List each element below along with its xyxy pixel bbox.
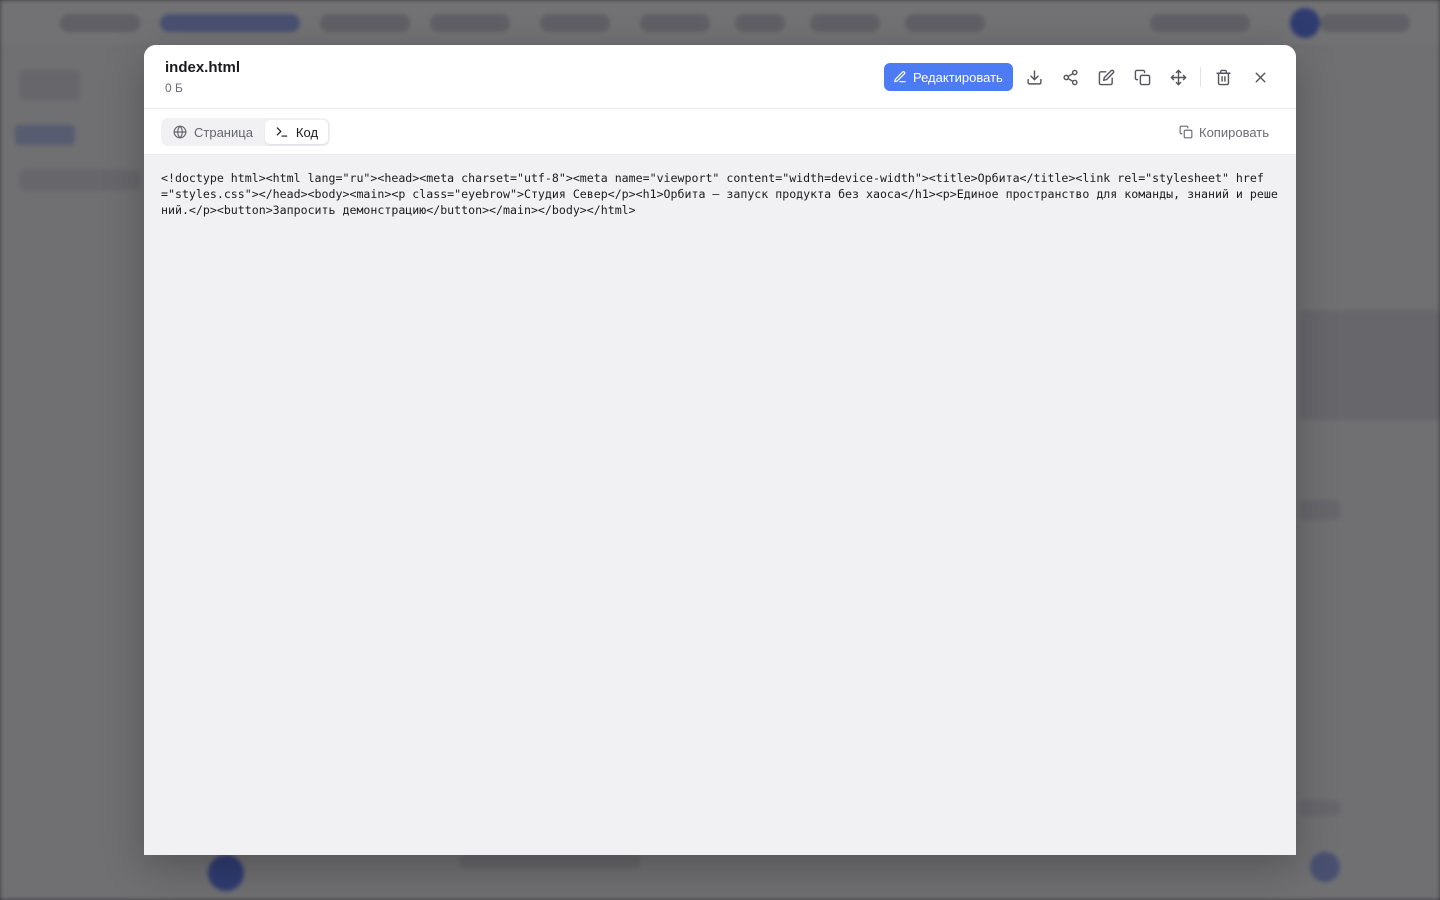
download-button[interactable] [1022, 65, 1046, 89]
edit-button[interactable]: Редактировать [884, 63, 1013, 91]
move-button[interactable] [1166, 65, 1190, 89]
view-tabbar: Страница Код Копировать [144, 109, 1296, 155]
duplicate-button[interactable] [1130, 65, 1154, 89]
duplicate-icon [1134, 69, 1151, 86]
modal-header: index.html 0 Б Редактировать [144, 45, 1296, 109]
tab-code-label: Код [295, 124, 319, 140]
tab-page[interactable]: Страница [163, 120, 263, 144]
copy-icon [1179, 125, 1193, 139]
toolbar-divider [1200, 67, 1201, 87]
file-size: 0 Б [165, 81, 183, 95]
copy-button[interactable]: Копировать [1179, 122, 1269, 142]
trash-icon [1215, 69, 1232, 86]
tab-code[interactable]: Код [264, 120, 329, 144]
source-code[interactable]: <!doctype html><html lang="ru"><head><me… [161, 170, 1279, 218]
view-mode-switch: Страница Код [161, 118, 331, 146]
globe-icon [173, 125, 187, 139]
rename-button[interactable] [1094, 65, 1118, 89]
code-viewer[interactable]: <!doctype html><html lang="ru"><head><me… [144, 155, 1296, 855]
copy-button-label: Копировать [1199, 124, 1269, 140]
tab-page-label: Страница [194, 124, 253, 140]
file-name: index.html [165, 59, 241, 76]
edit-pencil-icon [893, 70, 907, 84]
terminal-icon [275, 125, 289, 139]
edit-button-label: Редактировать [913, 69, 1003, 85]
close-icon [1252, 69, 1269, 86]
share-icon [1062, 69, 1079, 86]
file-preview-modal: index.html 0 Б Редактировать Страница Ко… [144, 45, 1296, 855]
close-button[interactable] [1248, 65, 1272, 89]
delete-button[interactable] [1211, 65, 1235, 89]
download-icon [1026, 69, 1043, 86]
share-button[interactable] [1058, 65, 1082, 89]
edit-icon [1098, 69, 1115, 86]
move-icon [1170, 69, 1187, 86]
